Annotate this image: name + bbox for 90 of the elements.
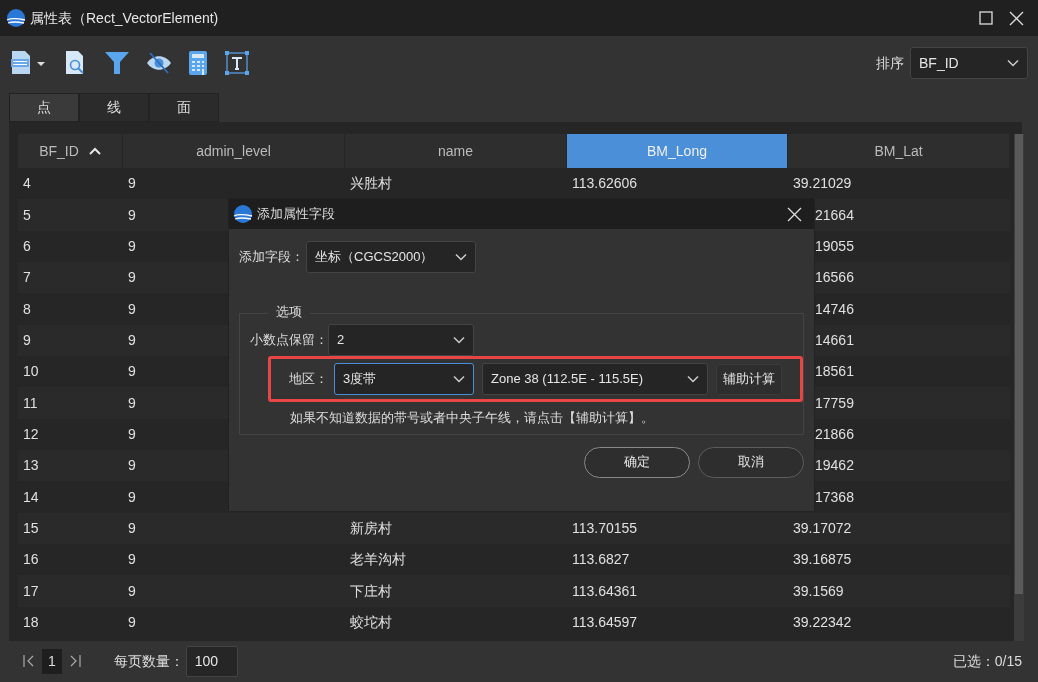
chevron-down-icon: [1007, 59, 1019, 67]
page-size-field[interactable]: 100: [185, 645, 238, 677]
table-cell-text: 9: [128, 393, 136, 413]
table-cell-text: 14746: [815, 299, 854, 319]
table-cell-text: 113.64597: [572, 613, 638, 632]
tab[interactable]: 点: [9, 93, 79, 122]
table-cell-text: 10: [23, 362, 39, 382]
table-cell-text: 16566: [815, 268, 854, 288]
table-cell-text: 9: [128, 268, 136, 288]
table-cell-text: 9: [128, 487, 136, 507]
table-cell-text: 21664: [815, 205, 854, 225]
table-cell-text: 9: [128, 518, 136, 538]
table-cell-text: 19055: [815, 236, 854, 256]
table-cell-text: 9: [128, 236, 136, 256]
table-cell-text: 18: [23, 613, 39, 632]
table-cell-text: 15: [23, 518, 39, 538]
sort-dropdown[interactable]: BF_ID: [910, 47, 1028, 79]
column-header[interactable]: name: [345, 134, 567, 168]
table-cell-text: 16: [23, 550, 39, 570]
ok-button[interactable]: 确定: [584, 446, 690, 478]
table-cell-text: 蛟坨村: [350, 613, 392, 632]
table-cell-text: 13: [23, 456, 39, 476]
table-cell-text: 9: [128, 174, 136, 194]
table-cell-text: 老羊沟村: [350, 550, 406, 570]
selected-count: 已选：0/15: [952, 651, 1022, 671]
table-cell-text: 4: [23, 174, 31, 194]
table-cell-text: 39.17072: [793, 518, 852, 538]
scrollbar[interactable]: [1014, 134, 1024, 641]
page-number[interactable]: 1: [42, 648, 62, 674]
tab[interactable]: 面: [149, 93, 219, 122]
table-cell-text: 9: [128, 613, 136, 632]
table-cell-text: 39.21029: [793, 174, 852, 194]
table-cell-text: 12: [23, 424, 39, 444]
table-cell-text: 113.70155: [572, 518, 638, 538]
table-cell-text: 6: [23, 236, 31, 256]
table-cell-text: 下庄村: [350, 581, 392, 601]
table-cell-text: 9: [128, 330, 136, 350]
chevron-down-icon: [455, 253, 467, 261]
zone-dropdown[interactable]: Zone 38 (112.5E - 115.5E): [482, 363, 708, 395]
column-header[interactable]: admin_level: [123, 134, 345, 168]
field-label: 添加字段：: [239, 248, 304, 267]
table-cell-text: 新房村: [350, 518, 392, 538]
table-cell-text: 113.64361: [572, 581, 638, 601]
decimals-dropdown[interactable]: 2: [328, 324, 474, 356]
chevron-down-icon: [453, 375, 465, 383]
cancel-button[interactable]: 取消: [698, 446, 804, 478]
column-header[interactable]: BM_Lat: [788, 134, 1010, 168]
app-logo-icon: [6, 8, 26, 28]
table-cell-text: 14661: [815, 330, 854, 350]
region-label: 地区：: [289, 370, 328, 389]
app-logo-icon: [233, 204, 253, 224]
table-cell-text: 兴胜村: [350, 174, 392, 194]
table-cell-text: 9: [23, 330, 31, 350]
table-cell-text: 5: [23, 205, 31, 225]
table-cell-text: 9: [128, 550, 136, 570]
table-cell-text: 9: [128, 205, 136, 225]
table-cell-text: 11: [23, 393, 38, 413]
sort-label: 排序: [876, 53, 904, 73]
field-type-dropdown[interactable]: 坐标（CGCS2000）: [306, 241, 476, 273]
table-cell-text: 9: [128, 424, 136, 444]
table-cell-text: 9: [128, 456, 136, 476]
table-cell-text: 39.22342: [793, 613, 852, 632]
table-cell-text: 17368: [815, 487, 854, 507]
table-cell-text: 9: [128, 362, 136, 382]
table-cell-text: 9: [128, 299, 136, 319]
tab[interactable]: 线: [79, 93, 149, 122]
window-title: 属性表（Rect_VectorElement): [30, 8, 219, 28]
table-cell-text: 39.16875: [793, 550, 852, 570]
column-header[interactable]: BF_ID: [18, 134, 123, 168]
first-page-icon[interactable]: [22, 654, 36, 668]
table-cell-text: 7: [23, 268, 31, 288]
table-cell-text: 17759: [815, 393, 854, 413]
table-cell-text: 18561: [815, 362, 854, 382]
table-cell-text: 9: [128, 581, 136, 601]
table-cell-text: 39.1569: [793, 581, 844, 601]
helper-button[interactable]: 辅助计算: [716, 363, 782, 395]
chevron-down-icon: [453, 336, 465, 344]
table-cell-text: 21866: [815, 424, 854, 444]
dialog-title: 添加属性字段: [257, 205, 335, 224]
table-cell-text: 113.62606: [572, 174, 638, 194]
page-size-label: 每页数量：: [113, 651, 184, 671]
table-cell-text: 8: [23, 299, 31, 319]
zone-type-dropdown[interactable]: 3度带: [334, 363, 474, 395]
chevron-down-icon: [687, 375, 699, 383]
table-cell-text: 17: [23, 581, 39, 601]
hint-text: 如果不知道数据的带号或者中央子午线，请点击【辅助计算】。: [290, 409, 655, 427]
table-cell-text: 14: [23, 487, 39, 507]
decimals-label: 小数点保留：: [250, 331, 328, 350]
table-cell-text: 19462: [815, 456, 854, 476]
table-cell-text: 113.6827: [572, 550, 630, 570]
